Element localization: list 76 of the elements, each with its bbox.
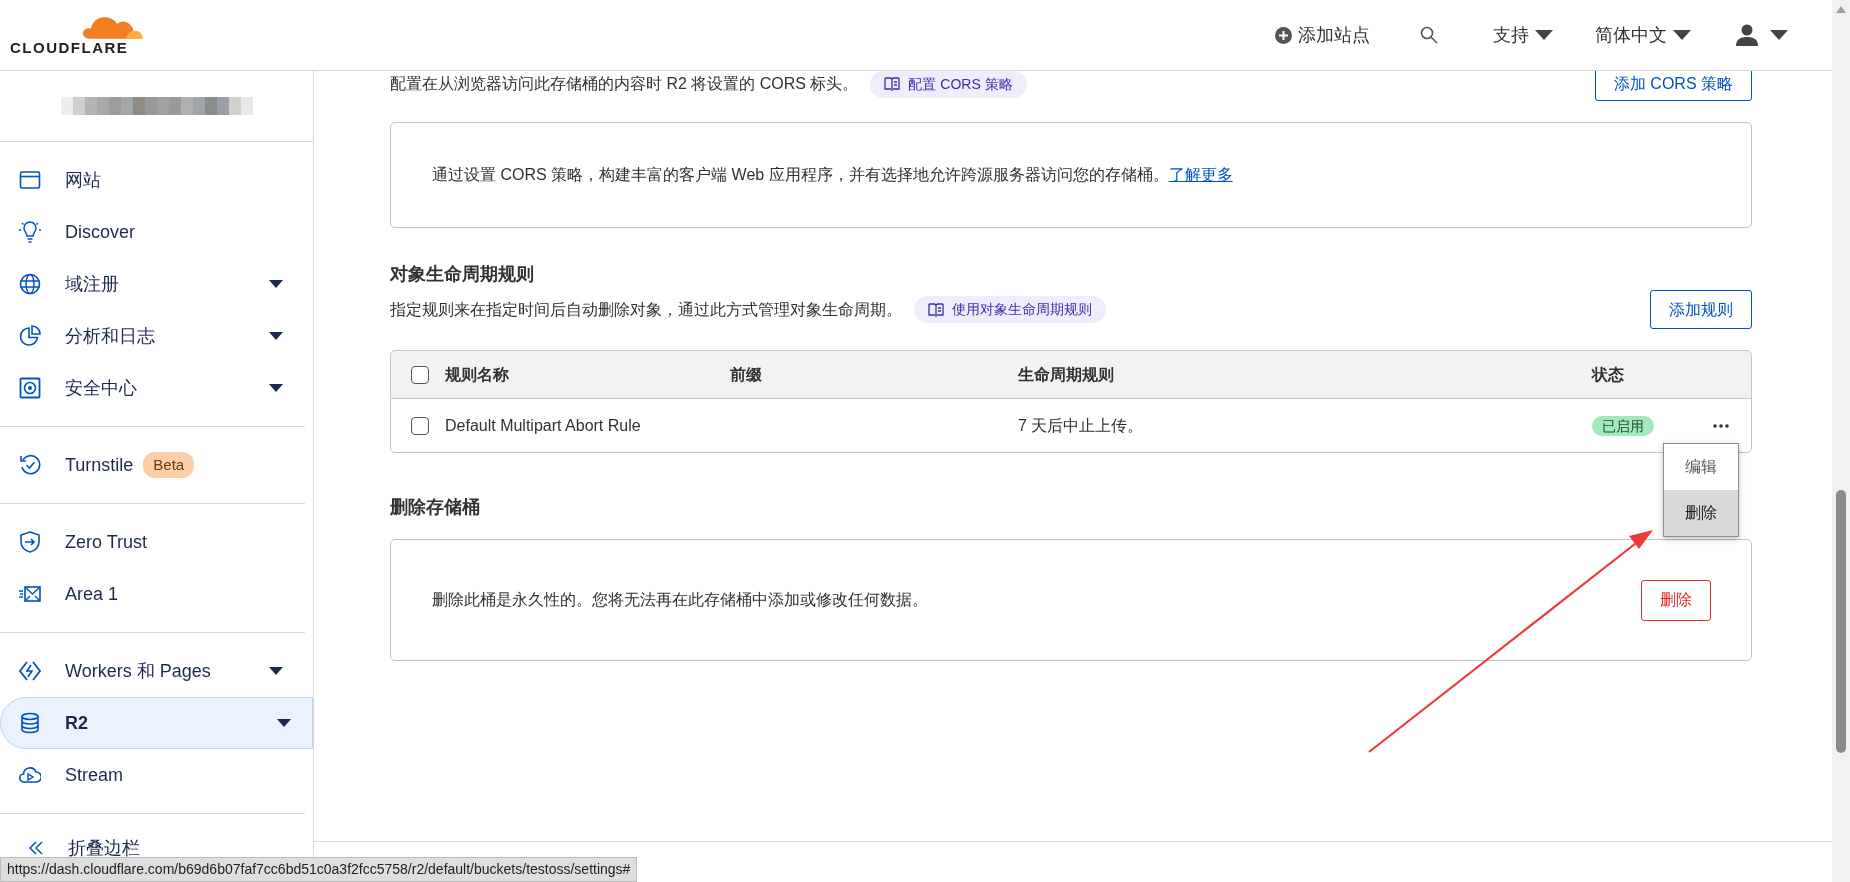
section-description: 指定规则来在指定时间后自动删除对象，通过此方式管理对象生命周期。 (390, 299, 902, 320)
table-cell-text: 7 天后中止上传。 (1018, 415, 1145, 436)
cors-empty-text: 通过设置 CORS 策略，构建丰富的客户端 Web 应用程序，并有选择地允许跨源服务器访问您的存储桶。了解更多 (432, 165, 1233, 185)
user-icon (1736, 24, 1758, 46)
sidebar-item[interactable]: Workers 和 Pages (0, 645, 305, 697)
sidebar-item[interactable]: Zero Trust (0, 516, 305, 568)
check-refresh-icon (19, 454, 41, 476)
book-icon (928, 301, 944, 318)
sidebar-item[interactable]: 安全中心 (0, 362, 305, 414)
cloud-play-icon (19, 764, 41, 786)
docs-link[interactable]: 配置 CORS 策略 (870, 71, 1027, 98)
table-cell-text: Default Multipart Abort Rule (445, 415, 642, 436)
database-icon (19, 712, 41, 734)
sidebar-item[interactable]: Stream (0, 749, 305, 801)
scrollbar-thumb[interactable] (1836, 490, 1846, 753)
pie-chart-icon (19, 325, 41, 347)
add-cors-policy-button[interactable]: 添加 CORS 策略 (1594, 71, 1752, 101)
section-title: 对象生命周期规则 (390, 263, 534, 286)
column-header: 状态 (1592, 364, 1625, 385)
sidebar-item-label: Area 1 (65, 582, 119, 606)
select-all-checkbox[interactable] (411, 365, 429, 384)
column-header: 前缀 (730, 364, 763, 385)
delete-button[interactable]: 删除 (1641, 579, 1711, 621)
sidebar-item-label: Discover (65, 220, 135, 244)
column-header: 生命周期规则 (1018, 364, 1115, 385)
support-menu[interactable]: 支持 (1493, 21, 1553, 49)
safe-icon (19, 377, 41, 399)
sidebar-item-label: Workers 和 Pages (65, 659, 211, 683)
shield-arrow-icon (19, 531, 41, 553)
status-badge: 已启用 (1592, 415, 1654, 436)
menu-item[interactable]: 删除 (1664, 490, 1738, 536)
envelope-icon (19, 583, 41, 605)
book-icon (884, 76, 901, 92)
scrollbar[interactable] (1832, 0, 1850, 882)
sidebar-item-label: Turnstile (65, 453, 134, 477)
section-description: 配置在从浏览器访问此存储桶的内容时 R2 将设置的 CORS 标头。 (390, 74, 859, 94)
url-tooltip: https://dash.cloudflare.com/b69d6b07faf7cc6bd51c0a3f2fcc5758/r2/default/buckets/testoss/settings# (0, 857, 638, 882)
learn-more-link[interactable]: 了解更多 (1168, 166, 1233, 183)
sidebar-item[interactable]: R2 (0, 697, 313, 749)
lightbulb-icon (19, 221, 41, 243)
sidebar-item-label: Zero Trust (65, 530, 148, 554)
caret-icon (1770, 30, 1788, 40)
sidebar-item-label: 域注册 (65, 272, 119, 296)
more-icon (1713, 424, 1729, 429)
double-chevron-left-icon (28, 840, 44, 856)
warning-text: 删除此桶是永久性的。您将无法再在此存储桶中添加或修改任何数据。 (432, 590, 928, 610)
sidebar-item-label: R2 (65, 711, 88, 735)
sidebar-item[interactable]: 分析和日志 (0, 310, 305, 362)
sidebar-item[interactable]: 网站 (0, 154, 305, 206)
sidebar-item-label: 分析和日志 (65, 324, 155, 348)
logo-text: CLOUDFLARE (10, 39, 129, 55)
plus-circle-icon (1275, 26, 1292, 44)
sidebar-item[interactable]: 域注册 (0, 258, 305, 310)
add-rule-button[interactable]: 添加规则 (1650, 290, 1752, 329)
docs-link[interactable]: 使用对象生命周期规则 (914, 296, 1106, 323)
sidebar-item-label: 安全中心 (65, 376, 137, 400)
user-menu[interactable] (1736, 24, 1788, 46)
sidebar-item-label: Stream (65, 763, 124, 787)
sidebar-item[interactable]: Discover (0, 206, 305, 258)
add-site-button[interactable]: 添加站点 (1275, 21, 1370, 49)
sidebar-item[interactable]: Area 1 (0, 568, 305, 620)
caret-icon (1673, 30, 1691, 40)
sidebar-item[interactable]: Turnstile Beta (0, 439, 305, 491)
search-icon[interactable] (1420, 26, 1438, 44)
diamond-chevrons-icon (19, 660, 41, 682)
section-title: 删除存储桶 (390, 496, 480, 519)
cloud-logo-icon (82, 15, 144, 40)
row-checkbox[interactable] (411, 416, 429, 435)
sidebar-item-label: 网站 (65, 168, 101, 192)
globe-icon (19, 273, 41, 295)
column-header: 规则名称 (445, 364, 510, 385)
beta-badge: Beta (143, 451, 195, 479)
menu-item[interactable]: 编辑 (1664, 444, 1738, 490)
language-menu[interactable]: 简体中文 (1595, 21, 1691, 49)
caret-icon (1535, 30, 1553, 40)
browser-window-icon (19, 169, 41, 191)
